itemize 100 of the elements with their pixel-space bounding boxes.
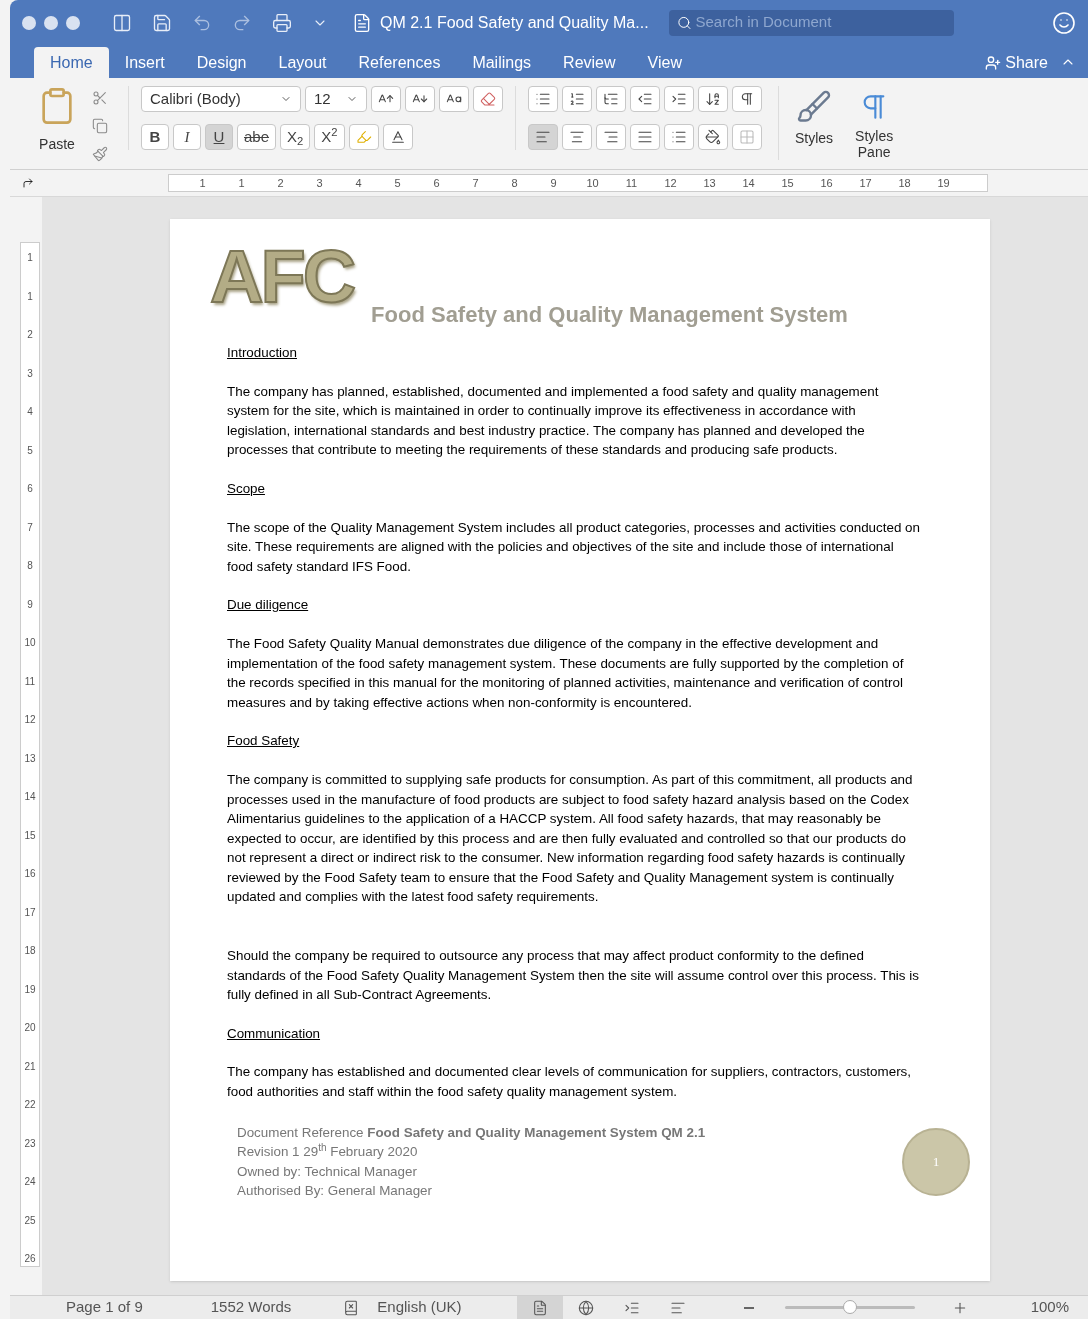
copy-icon xyxy=(92,118,108,134)
ruler-number: 6 xyxy=(27,482,33,496)
styles-pane-button[interactable]: Styles Pane xyxy=(849,86,900,160)
section-heading: Food Safety xyxy=(227,732,300,751)
ruler-number: 14 xyxy=(741,175,756,191)
styles-button[interactable]: Styles xyxy=(795,86,834,160)
sort-button[interactable] xyxy=(698,86,728,112)
window-control-icon[interactable] xyxy=(44,15,58,30)
language-label[interactable]: English (UK) xyxy=(377,1296,462,1319)
numbered-list-icon xyxy=(569,91,585,107)
align-right-icon xyxy=(603,129,619,145)
word-count[interactable]: 1552 Words xyxy=(210,1296,292,1319)
ruler-number: 3 xyxy=(27,366,33,381)
borders-icon xyxy=(739,129,755,145)
page-count[interactable]: Page 1 of 9 xyxy=(66,1296,143,1319)
ribbon-tab[interactable]: Review xyxy=(547,47,632,78)
page-number-badge: 1 xyxy=(902,1127,970,1196)
multilevel-list-button[interactable] xyxy=(596,86,626,112)
vertical-ruler[interactable]: 1 1 2 3 4 5 6 7 8 9 10 11 12 13 14 15 16 17 18 19 20 21 22 23 24 25 26 xyxy=(20,242,40,1267)
align-left-button[interactable] xyxy=(528,124,558,150)
ribbon-tab[interactable]: View xyxy=(631,47,698,78)
align-center-button[interactable] xyxy=(562,124,592,150)
ruler-number: 4 xyxy=(354,175,363,191)
align-right-button[interactable] xyxy=(596,124,626,150)
ruler-number: 1 xyxy=(27,289,33,304)
line-spacing-button[interactable] xyxy=(664,124,694,150)
search-field[interactable]: Search in Document xyxy=(668,9,954,36)
justify-icon xyxy=(637,129,653,145)
body-paragraph: The company has established and documented clear levels of communication for suppliers, contractors, customers, food authorities and staff within the food safety quality management system. xyxy=(227,1063,912,1102)
ruler-number: 17 xyxy=(858,175,873,191)
ruler-number: 12 xyxy=(24,713,36,727)
ruler-number: 9 xyxy=(549,175,558,191)
ruler-number: 7 xyxy=(27,520,33,535)
window-control-icon[interactable] xyxy=(66,15,80,30)
ribbon-tab[interactable]: Insert xyxy=(108,47,181,78)
shading-button[interactable] xyxy=(698,124,728,150)
ruler-number: 7 xyxy=(471,175,480,191)
font-color-button[interactable] xyxy=(382,124,413,150)
ruler-number: 8 xyxy=(27,559,33,573)
search-icon xyxy=(676,14,692,31)
decrease-indent-icon xyxy=(637,91,653,107)
view-button[interactable] xyxy=(516,1295,563,1319)
numbering-button[interactable] xyxy=(562,86,592,112)
horizontal-ruler[interactable]: 1 1 2 3 4 5 6 7 8 9 10 11 12 13 14 15 16 17 18 19 xyxy=(168,174,988,192)
subscript-button[interactable]: X$_{2}$ xyxy=(280,124,311,150)
ruler-number: 26 xyxy=(24,1252,36,1266)
pilcrow-button[interactable] xyxy=(732,86,762,112)
shrink-font-button[interactable] xyxy=(405,86,435,112)
ruler-number: 13 xyxy=(702,175,717,191)
body-paragraph: The scope of the Quality Management System includes all product categories, processes and activities conducted on site. These requirements are aligned with the policies and objectives of the site and include those of international food safety standard IFS Food. xyxy=(227,518,921,576)
footer-line: Revision 1 29$^{th}$ February 2020 xyxy=(237,1142,419,1162)
share-button[interactable]: Share xyxy=(985,47,1060,78)
bold-button[interactable]: B xyxy=(141,124,169,150)
ruler-number: 18 xyxy=(897,175,912,191)
decrease-indent-button[interactable] xyxy=(630,86,660,112)
align-left-icon xyxy=(535,129,551,145)
zoom-slider-thumb[interactable] xyxy=(842,1300,857,1314)
ribbon-tab[interactable]: Home xyxy=(34,47,109,78)
change-case-button[interactable] xyxy=(439,86,469,112)
superscript-button[interactable]: X$^{2}$ xyxy=(314,124,345,150)
ribbon-tab[interactable]: References xyxy=(342,47,457,78)
justify-button[interactable] xyxy=(630,124,660,150)
window-title: QM 2.1 Food Safety and Quality Ma... xyxy=(380,12,649,33)
section-heading: Scope xyxy=(227,479,265,498)
ribbon-tab[interactable]: Design xyxy=(180,47,263,78)
ruler-number: 8 xyxy=(510,175,519,191)
ruler-number: 17 xyxy=(24,905,36,920)
ruler-number: 12 xyxy=(663,175,678,191)
web-view-icon xyxy=(577,1299,594,1316)
zoom-out-icon[interactable] xyxy=(743,1306,754,1309)
ribbon-tab[interactable]: Layout xyxy=(262,47,343,78)
ruler-number: 19 xyxy=(24,982,36,997)
underline-button[interactable]: U xyxy=(205,124,233,150)
zoom-percentage[interactable]: 100% xyxy=(1030,1296,1069,1319)
body-paragraph: Should the company be required to outsource any process that may affect product conformity to the defined standards of the Food Safety Quality Management System then the site will assume control over this process. This is fully defined in all Sub-Contract Agreements. xyxy=(227,947,920,1005)
font-name-field[interactable]: Calibri (Body) xyxy=(141,86,301,112)
search-input[interactable]: Search in Document xyxy=(695,11,946,34)
bullets-button[interactable] xyxy=(528,86,558,112)
paste-label[interactable]: Paste xyxy=(39,134,75,155)
ruler-number: 20 xyxy=(24,1021,36,1035)
ruler-number: 18 xyxy=(24,944,36,958)
window-control-icon[interactable] xyxy=(22,15,36,30)
ruler-number: 2 xyxy=(276,175,285,191)
sidebar-icon xyxy=(112,12,132,33)
ruler-number: 11 xyxy=(624,175,639,191)
increase-indent-icon xyxy=(671,91,687,107)
clear-format-button[interactable] xyxy=(473,86,503,112)
italic-button[interactable]: I xyxy=(173,124,201,150)
grow-font-button[interactable] xyxy=(371,86,401,112)
pilcrow-icon xyxy=(739,91,755,107)
ruler-number: 1 xyxy=(27,251,33,265)
ruler-number: 22 xyxy=(24,1098,36,1112)
strikethrough-button[interactable]: abe xyxy=(237,124,277,150)
line-spacing-icon xyxy=(671,129,687,145)
ribbon-tab[interactable]: Mailings xyxy=(456,47,548,78)
footer-line: Document Reference Food Safety and Quality Management System QM 2.1 xyxy=(237,1123,706,1142)
increase-indent-button[interactable] xyxy=(664,86,694,112)
font-size-field[interactable]: 12 xyxy=(305,86,367,112)
ruler-number: 24 xyxy=(24,1175,36,1189)
body-paragraph: The company is committed to supplying safe products for consumption. As part of this commitment, all products and processes used in the manufacture of food products are subject to food safety hazard analysis based on the Codex Alimentarius guidelines to the application of a HACCP system. All food safety hazards, that may reasonably be expected to occur, are identified by this process and are then fully evaluated and controlled so that our products do not represent a direct or indirect risk to the consumer. New information regarding food safety hazards is continually reviewed by the Food Safety team to ensure that the Food Safety and Quality Management system is continually updated and complies with the latest food safety requirements. xyxy=(227,770,914,907)
